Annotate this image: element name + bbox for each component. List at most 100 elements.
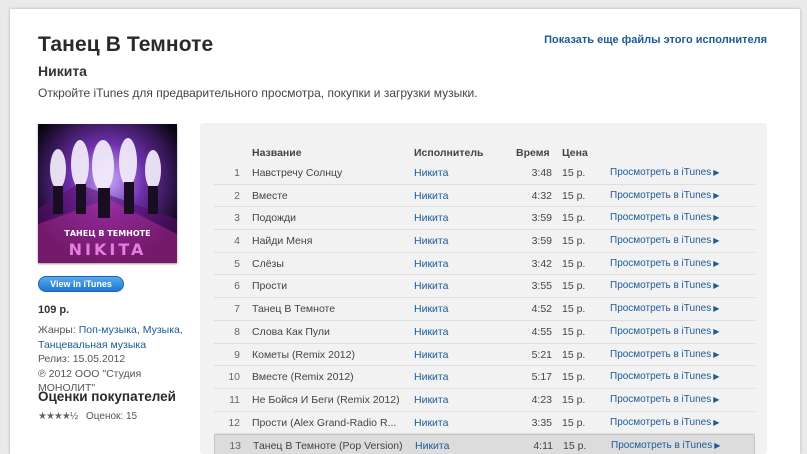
view-track-label: Просмотреть в iTunes xyxy=(610,416,712,428)
track-list: Название Исполнитель Время Цена 1 Навстре… xyxy=(200,123,767,454)
view-track-in-itunes-link[interactable]: Просмотреть в iTunes ▶ xyxy=(611,440,720,451)
view-track-in-itunes-link[interactable]: Просмотреть в iTunes ▶ xyxy=(610,235,719,246)
play-arrow-icon: ▶ xyxy=(713,190,720,200)
track-number: 9 xyxy=(234,348,240,361)
track-row[interactable]: 11 Не Бойся И Беги (Remix 2012) Никита 4:23… xyxy=(214,389,755,412)
track-number: 7 xyxy=(234,303,240,316)
track-time: 3:35 xyxy=(531,416,552,429)
play-arrow-icon: ▶ xyxy=(713,372,720,382)
view-track-in-itunes-link[interactable]: Просмотреть в iTunes ▶ xyxy=(610,371,719,382)
itunes-promo-text: Откройте iTunes для предварительного про… xyxy=(38,86,478,100)
itunes-preview-page: Танец В Темноте Показать еще файлы этого… xyxy=(10,9,800,454)
track-artist-link[interactable]: Никита xyxy=(414,371,448,383)
view-track-in-itunes-link[interactable]: Просмотреть в iTunes ▶ xyxy=(610,394,719,405)
track-name: Слова Как Пули xyxy=(252,325,330,338)
track-row[interactable]: 2 Вместе Никита 4:32 15 р. Просмотреть в iTun… xyxy=(214,185,755,208)
track-row[interactable]: 5 Слёзы Никита 3:42 15 р. Просмотреть в iTune… xyxy=(214,253,755,276)
track-price: 15 р. xyxy=(562,257,586,270)
track-name: Вместе xyxy=(252,189,288,202)
genre-link-dance[interactable]: Танцевальная музыка xyxy=(38,339,146,351)
track-time: 3:59 xyxy=(531,212,552,225)
play-arrow-icon: ▶ xyxy=(713,168,720,177)
track-time: 4:32 xyxy=(531,189,552,202)
genre-link-pop[interactable]: Поп-музыка xyxy=(79,324,137,336)
track-row[interactable]: 4 Найди Меня Никита 3:59 15 р. Просмотреть в … xyxy=(214,230,755,253)
view-track-label: Просмотреть в iTunes xyxy=(611,440,713,452)
column-artist[interactable]: Исполнитель xyxy=(414,147,483,159)
track-price: 15 р. xyxy=(562,348,586,361)
track-artist-link[interactable]: Никита xyxy=(414,212,448,224)
cover-logo: NIKITA xyxy=(69,240,147,259)
play-arrow-icon: ▶ xyxy=(713,394,720,404)
view-in-itunes-button[interactable]: View In iTunes xyxy=(38,276,124,292)
view-track-in-itunes-link[interactable]: Просмотреть в iTunes ▶ xyxy=(610,190,719,201)
album-title: Танец В Темноте xyxy=(38,33,214,56)
ratings-title: Оценки покупателей xyxy=(38,389,176,404)
track-row[interactable]: 12 Прости (Alex Grand-Radio R... Никита 3:3… xyxy=(214,412,755,435)
track-time: 4:11 xyxy=(533,440,553,453)
track-row[interactable]: 3 Подожди Никита 3:59 15 р. Просмотреть в iTu… xyxy=(214,207,755,231)
track-price: 15 р. xyxy=(562,167,586,179)
play-arrow-icon: ▶ xyxy=(713,213,720,223)
play-arrow-icon: ▶ xyxy=(713,304,720,314)
view-track-in-itunes-link[interactable]: Просмотреть в iTunes ▶ xyxy=(610,417,719,428)
release-date: 15.05.2012 xyxy=(72,353,126,365)
track-artist-link[interactable]: Никита xyxy=(414,326,448,338)
track-artist-link[interactable]: Никита xyxy=(414,190,448,202)
view-track-in-itunes-link[interactable]: Просмотреть в iTunes ▶ xyxy=(610,303,719,314)
track-row[interactable]: 13 Танец В Темноте (Pop Version) Никита 4:1… xyxy=(214,434,755,454)
view-track-label: Просмотреть в iTunes xyxy=(610,393,712,405)
track-artist-link[interactable]: Никита xyxy=(414,167,448,179)
track-artist-link[interactable]: Никита xyxy=(414,280,448,292)
genre-link-music[interactable]: Музыка xyxy=(143,324,180,336)
track-row[interactable]: 9 Кометы (Remix 2012) Никита 5:21 15 р. Просм… xyxy=(214,344,755,367)
track-artist-link[interactable]: Никита xyxy=(414,349,448,361)
track-price: 15 р. xyxy=(562,189,586,202)
track-price: 15 р. xyxy=(562,393,586,406)
track-row[interactable]: 8 Слова Как Пули Никита 4:55 15 р. Просмотрет… xyxy=(214,321,755,344)
track-artist-link[interactable]: Никита xyxy=(414,235,448,247)
track-row[interactable]: 7 Танец В Темноте Никита 4:52 15 р. Просмотре… xyxy=(214,298,755,321)
track-time: 3:59 xyxy=(531,235,552,248)
more-by-artist-link[interactable]: Показать еще файлы этого исполнителя xyxy=(544,34,767,46)
track-row[interactable]: 10 Вместе (Remix 2012) Никита 5:17 15 р. Прос… xyxy=(214,366,755,389)
album-price: 109 р. xyxy=(38,304,70,316)
release-label: Релиз: xyxy=(38,353,70,365)
track-price: 15 р. xyxy=(562,416,586,429)
track-artist-link[interactable]: Никита xyxy=(415,440,449,452)
view-track-label: Просмотреть в iTunes xyxy=(610,325,712,337)
genres-line: Жанры: Поп-музыка, Музыка, Танцевальная … xyxy=(38,324,183,351)
track-artist-link[interactable]: Никита xyxy=(414,417,448,429)
track-number: 1 xyxy=(234,167,240,179)
track-name: Навстречу Солнцу xyxy=(252,167,343,179)
view-track-in-itunes-link[interactable]: Просмотреть в iTunes ▶ xyxy=(610,212,719,223)
genres-label: Жанры: xyxy=(38,324,76,336)
view-track-label: Просмотреть в iTunes xyxy=(610,257,712,269)
track-time: 4:55 xyxy=(531,325,552,338)
track-number: 5 xyxy=(234,257,240,270)
release-line: Релиз: 15.05.2012 xyxy=(38,352,198,367)
column-name[interactable]: Название xyxy=(252,147,302,159)
play-arrow-icon: ▶ xyxy=(713,236,720,246)
track-artist-link[interactable]: Никита xyxy=(414,258,448,270)
track-list-header: Название Исполнитель Время Цена xyxy=(200,147,767,161)
view-track-in-itunes-link[interactable]: Просмотреть в iTunes ▶ xyxy=(610,167,719,178)
view-track-label: Просмотреть в iTunes xyxy=(610,167,712,178)
view-track-in-itunes-link[interactable]: Просмотреть в iTunes ▶ xyxy=(610,258,719,269)
view-track-label: Просмотреть в iTunes xyxy=(610,371,712,383)
track-row[interactable]: 6 Прости Никита 3:55 15 р. Просмотреть в iTun… xyxy=(214,275,755,299)
track-row[interactable]: 1 Навстречу Солнцу Никита 3:48 15 р. Просмотр… xyxy=(214,162,755,185)
track-price: 15 р. xyxy=(562,371,586,384)
view-track-in-itunes-link[interactable]: Просмотреть в iTunes ▶ xyxy=(610,326,719,337)
track-artist-link[interactable]: Никита xyxy=(414,394,448,406)
column-price[interactable]: Цена xyxy=(562,147,588,159)
view-track-in-itunes-link[interactable]: Просмотреть в iTunes ▶ xyxy=(610,280,719,291)
column-time[interactable]: Время xyxy=(516,147,550,159)
track-artist-link[interactable]: Никита xyxy=(414,303,448,315)
track-number: 6 xyxy=(234,280,240,293)
view-track-in-itunes-link[interactable]: Просмотреть в iTunes ▶ xyxy=(610,349,719,360)
view-track-label: Просмотреть в iTunes xyxy=(610,235,712,247)
track-price: 15 р. xyxy=(562,212,586,225)
play-arrow-icon: ▶ xyxy=(713,417,720,427)
track-number: 10 xyxy=(228,371,240,384)
